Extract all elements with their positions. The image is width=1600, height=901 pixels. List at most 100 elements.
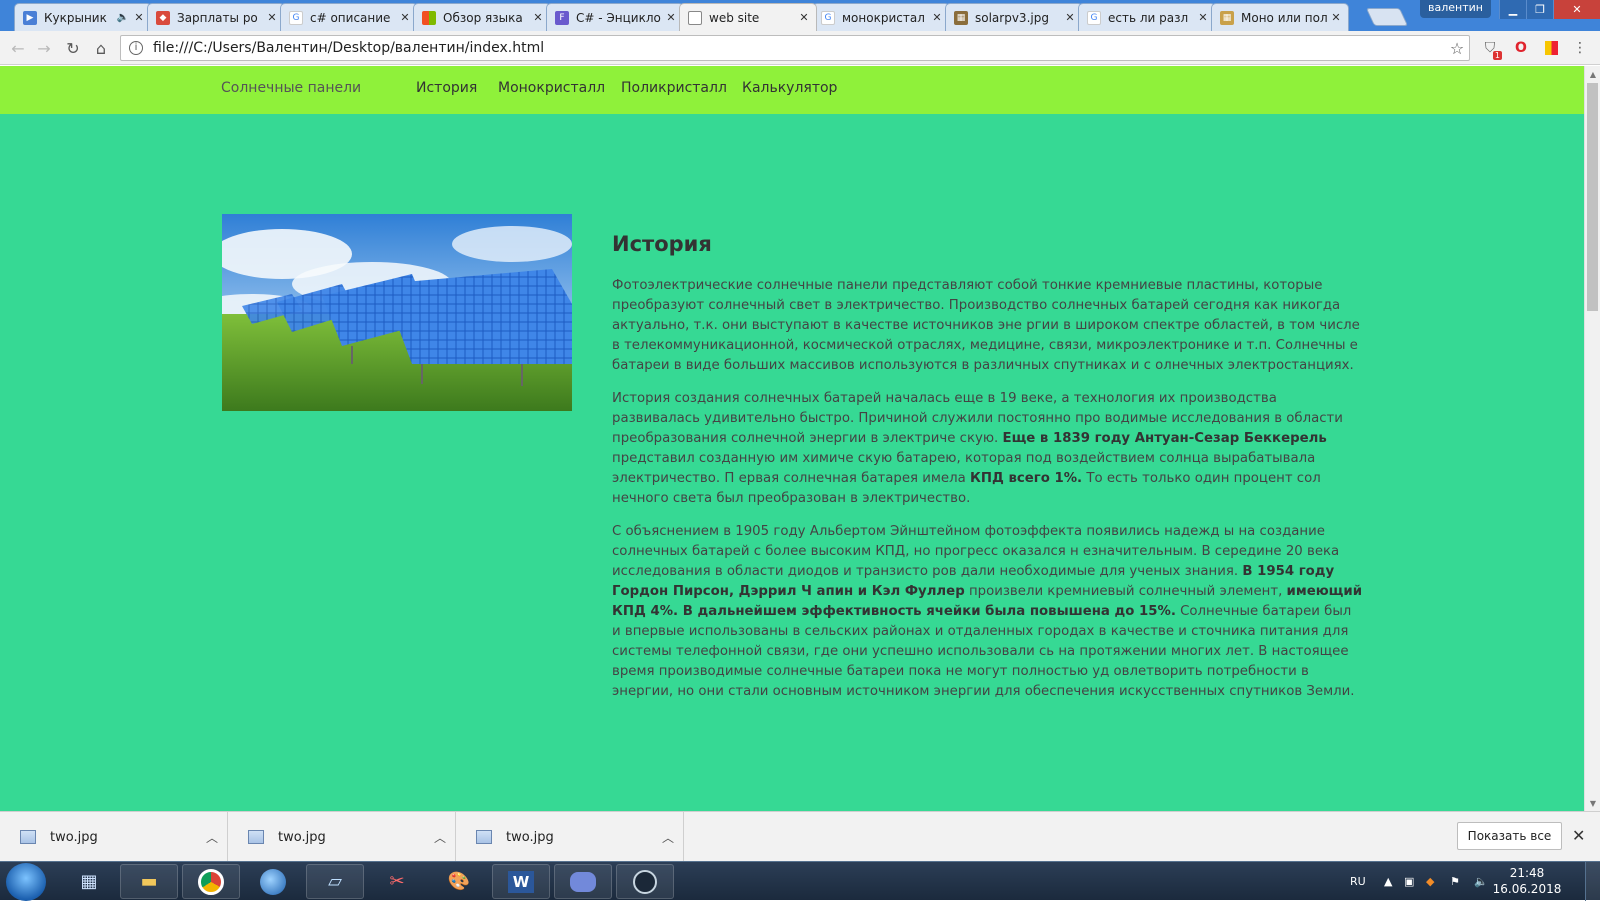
system-clock[interactable]: 21:48 16.06.2018	[1492, 865, 1562, 897]
close-icon[interactable]: ✕	[1330, 11, 1342, 24]
window-controls: ▁ ❐ ✕	[1499, 0, 1600, 19]
nav-history[interactable]: История	[416, 80, 477, 96]
url-text[interactable]: file:///C:/Users/Валентин/Desktop/валент…	[153, 40, 1445, 56]
close-icon[interactable]: ✕	[798, 11, 810, 24]
clock-date: 16.06.2018	[1492, 882, 1562, 896]
tab-salaries[interactable]: ◆ Зарплаты ро ✕	[147, 3, 285, 31]
start-button[interactable]	[6, 863, 46, 901]
new-tab-button[interactable]	[1365, 8, 1409, 26]
nav-polycrystal[interactable]: Поликристалл	[621, 80, 727, 96]
show-all-downloads-button[interactable]: Показать все	[1457, 822, 1562, 850]
address-bar[interactable]: i file:///C:/Users/Валентин/Desktop/вале…	[120, 35, 1470, 61]
site-icon: ▦	[1220, 10, 1234, 25]
tray-overflow-icon[interactable]: ▲	[1384, 862, 1392, 901]
close-icon[interactable]: ✕	[133, 11, 145, 24]
tab-strip: ▶ Кукрыник 🔈 ✕ ◆ Зарплаты ро ✕ G c# опис…	[0, 0, 1600, 31]
nav-calculator[interactable]: Калькулятор	[742, 80, 837, 96]
network-icon[interactable]: ⚑	[1450, 862, 1460, 901]
profile-button[interactable]: валентин	[1420, 0, 1491, 18]
tab-csharp-description[interactable]: G c# описание ✕	[280, 3, 418, 31]
chevron-up-icon[interactable]: ︿	[197, 829, 227, 846]
download-item[interactable]: two.jpg ︿	[0, 812, 228, 862]
minimize-icon[interactable]: ▁	[1499, 0, 1526, 19]
show-desktop-button[interactable]	[1585, 862, 1600, 901]
page-viewport: Солнечные панели История Монокристалл По…	[0, 66, 1584, 811]
calculator-icon[interactable]: ▦	[60, 864, 118, 899]
clock-time: 21:48	[1509, 866, 1545, 880]
tab-monocrystal[interactable]: G монокристал ✕	[812, 3, 950, 31]
snipping-tool-icon[interactable]: ✂	[368, 864, 426, 899]
paragraph-3: С объяснением в 1905 году Альбертом Эйнш…	[612, 524, 1363, 699]
close-icon[interactable]: ✕	[532, 11, 544, 24]
menu-icon[interactable]: ⋮	[1570, 38, 1590, 58]
tab-csharp-encyclopedia[interactable]: F C# - Энцикло ✕	[546, 3, 684, 31]
forward-icon[interactable]: →	[33, 37, 55, 59]
close-icon[interactable]: ✕	[1572, 826, 1585, 845]
explorer-icon[interactable]: ▬	[120, 864, 178, 899]
scroll-down-icon[interactable]: ▼	[1585, 795, 1600, 811]
speaker-icon[interactable]: 🔈	[117, 12, 129, 23]
download-item[interactable]: two.jpg ︿	[228, 812, 456, 862]
image-file-icon	[476, 830, 492, 844]
page-title: История	[612, 232, 712, 256]
windows-taskbar: ▦ ▬ ▱ ✂ 🎨 W RU ▲ ▣ ◆ ⚑ 🔈 21:48 16.06.201…	[0, 861, 1600, 901]
info-icon[interactable]: i	[129, 41, 143, 55]
discord-icon[interactable]	[554, 864, 612, 899]
close-icon[interactable]: ✕	[266, 11, 278, 24]
paragraph-1: Фотоэлектрические солнечные панели предс…	[612, 278, 1360, 373]
download-shelf: two.jpg ︿ two.jpg ︿ two.jpg ︿ Показать в…	[0, 811, 1600, 862]
close-icon[interactable]: ✕	[665, 11, 677, 24]
tab-difference[interactable]: G есть ли разл ✕	[1078, 3, 1216, 31]
nav-monocrystal[interactable]: Монокристалл	[498, 80, 605, 96]
site-icon: ◆	[156, 10, 170, 25]
tray-fox-icon[interactable]: ◆	[1426, 862, 1434, 901]
close-icon[interactable]: ✕	[1197, 11, 1209, 24]
paint-icon[interactable]: 🎨	[430, 864, 488, 899]
notepad-icon[interactable]: ▱	[306, 864, 364, 899]
tab-web-site[interactable]: web site ✕	[679, 3, 817, 31]
back-icon[interactable]: ←	[7, 37, 29, 59]
extension-badge: 1	[1492, 51, 1502, 60]
site-brand[interactable]: Солнечные панели	[221, 80, 361, 96]
image-icon: ▦	[954, 10, 968, 25]
browser-toolbar: ← → ↻ ⌂ i file:///C:/Users/Валентин/Desk…	[0, 31, 1600, 65]
word-icon[interactable]: W	[492, 864, 550, 899]
window-close-icon[interactable]: ✕	[1553, 0, 1600, 19]
google-icon: G	[289, 10, 303, 25]
tab-solarpv3[interactable]: ▦ solarpv3.jpg ✕	[945, 3, 1083, 31]
video-icon: ▶	[23, 10, 37, 25]
scroll-thumb[interactable]	[1587, 83, 1598, 311]
language-indicator[interactable]: RU	[1350, 862, 1366, 901]
home-icon[interactable]: ⌂	[90, 37, 112, 59]
bookmark-star-icon[interactable]: ☆	[1445, 39, 1469, 58]
image-file-icon	[20, 830, 36, 844]
browser-globe-icon[interactable]	[244, 864, 302, 899]
page-icon	[688, 10, 702, 25]
close-icon[interactable]: ✕	[399, 11, 411, 24]
download-item[interactable]: two.jpg ︿	[456, 812, 684, 862]
restore-icon[interactable]: ❐	[1526, 0, 1553, 19]
tab-language-overview[interactable]: Обзор языка ✕	[413, 3, 551, 31]
volume-icon[interactable]: 🔈	[1474, 862, 1488, 901]
google-icon: G	[1087, 10, 1101, 25]
reload-icon[interactable]: ↻	[62, 37, 84, 59]
tab-mono-or-poly[interactable]: ▦ Моно или пол ✕	[1211, 3, 1349, 31]
chevron-up-icon[interactable]: ︿	[653, 829, 683, 846]
scroll-up-icon[interactable]: ▲	[1585, 66, 1600, 82]
microsoft-icon	[422, 10, 436, 25]
chevron-up-icon[interactable]: ︿	[425, 829, 455, 846]
close-icon[interactable]: ✕	[1064, 11, 1076, 24]
close-icon[interactable]: ✕	[931, 11, 943, 24]
site-navbar: Солнечные панели История Монокристалл По…	[0, 66, 1584, 114]
bookmark-extension-icon[interactable]	[1541, 38, 1561, 58]
page-scrollbar[interactable]: ▲ ▼	[1584, 66, 1600, 811]
image-file-icon	[248, 830, 264, 844]
tab-kukryniksy[interactable]: ▶ Кукрыник 🔈 ✕	[14, 3, 152, 31]
google-icon: G	[821, 10, 835, 25]
adblock-extension-icon[interactable]: ⛉ 1	[1480, 38, 1502, 60]
solar-panels-image	[222, 214, 572, 411]
steam-icon[interactable]	[616, 864, 674, 899]
chrome-icon[interactable]	[182, 864, 240, 899]
opera-extension-icon[interactable]: O	[1511, 38, 1531, 58]
tray-device-icon[interactable]: ▣	[1404, 862, 1414, 901]
